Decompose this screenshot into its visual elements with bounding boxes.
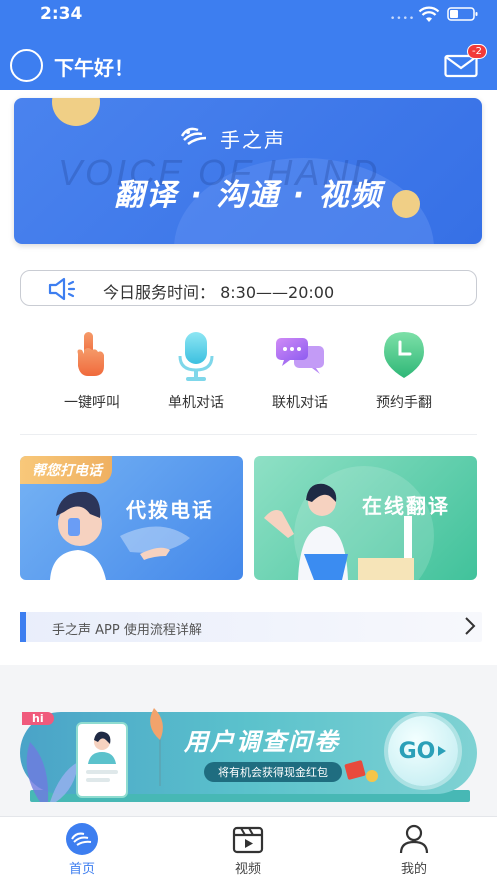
red-envelope-icon <box>344 760 378 782</box>
home-logo-icon <box>32 823 132 855</box>
quick-actions: 一键呼叫 单机对话 联机对话 预约手翻 <box>0 328 497 418</box>
card-tag: 帮您打电话 <box>20 456 112 484</box>
battery-icon <box>447 6 479 26</box>
avatar[interactable] <box>10 49 43 82</box>
accent-bar <box>20 612 26 642</box>
flower-decoration <box>150 708 163 786</box>
card-title: 代拨电话 <box>126 498 214 522</box>
greeting-text: 下午好！ <box>54 56 134 80</box>
banner-slogan: 翻译 · 沟通 · 视频 <box>114 178 383 213</box>
quick-action-label: 单机对话 <box>168 395 224 411</box>
hi-tag: hi <box>22 712 54 725</box>
banner-brand: 手之声 <box>180 124 286 153</box>
finger-tap-icon <box>64 328 120 384</box>
tab-label: 首页 <box>68 862 95 877</box>
chat-bubbles-icon <box>272 328 328 384</box>
tab-home[interactable]: 首页 <box>32 823 132 877</box>
quick-action-label: 联机对话 <box>272 395 328 411</box>
service-time-text: 今日服务时间： 8:30——20:00 <box>103 283 335 302</box>
signal-icon: •••• <box>390 14 416 24</box>
tab-label: 视频 <box>234 862 261 877</box>
speaker-icon <box>47 276 81 306</box>
play-icon <box>438 746 447 756</box>
clock-pin-icon <box>376 328 432 384</box>
chevron-right-icon <box>464 616 476 641</box>
tab-video[interactable]: 视频 <box>198 823 298 877</box>
quick-action-call[interactable]: 一键呼叫 <box>42 328 142 412</box>
wifi-icon <box>418 6 440 28</box>
bottom-tab-bar: 首页 视频 我的 <box>0 816 497 883</box>
card-title: 在线翻译 <box>362 494 450 518</box>
process-guide-link[interactable]: 手之声 APP 使用流程详解 <box>20 612 482 642</box>
quick-action-online-chat[interactable]: 联机对话 <box>250 328 350 412</box>
survey-banner[interactable]: hi 用户调查问卷 将有机会获得现金红包 GO <box>20 708 477 804</box>
user-icon <box>364 823 464 855</box>
leaf-decoration <box>26 742 78 802</box>
service-time-bar: 今日服务时间： 8:30——20:00 <box>20 270 477 306</box>
survey-subtitle: 将有机会获得现金红包 <box>204 762 342 782</box>
card-proxy-call[interactable]: 帮您打电话 代拨电话 <box>20 456 243 580</box>
tab-label: 我的 <box>400 862 427 877</box>
section-divider <box>20 434 477 435</box>
app-header: 下午好！ -2 <box>0 44 497 90</box>
go-label: GO <box>398 738 436 764</box>
brand-name: 手之声 <box>220 128 286 152</box>
status-time: 2:34 <box>40 4 83 24</box>
quick-action-label: 一键呼叫 <box>64 395 120 411</box>
mail-badge: -2 <box>467 44 487 59</box>
phone-illustration <box>76 722 128 798</box>
banner-dot <box>52 98 100 126</box>
process-guide-text: 手之声 APP 使用流程详解 <box>52 623 202 638</box>
quick-action-book-interpreter[interactable]: 预约手翻 <box>354 328 454 412</box>
microphone-icon <box>168 328 224 384</box>
banner-dot <box>392 190 420 218</box>
promo-banner[interactable]: VOICE OF HAND 手之声 翻译 · 沟通 · 视频 <box>14 98 482 244</box>
hand-logo-icon <box>180 124 212 153</box>
quick-action-label: 预约手翻 <box>376 395 432 411</box>
video-clapper-icon <box>198 823 298 855</box>
card-online-translation[interactable]: 在线翻译 <box>254 456 477 580</box>
survey-title: 用户调查问卷 <box>184 728 340 756</box>
home-content: VOICE OF HAND 手之声 翻译 · 沟通 · 视频 今日服务时间： 8… <box>0 90 497 665</box>
go-button[interactable]: GO <box>388 716 458 786</box>
quick-action-standalone-chat[interactable]: 单机对话 <box>146 328 246 412</box>
status-bar: 2:34 •••• <box>0 0 497 44</box>
tab-profile[interactable]: 我的 <box>364 823 464 877</box>
